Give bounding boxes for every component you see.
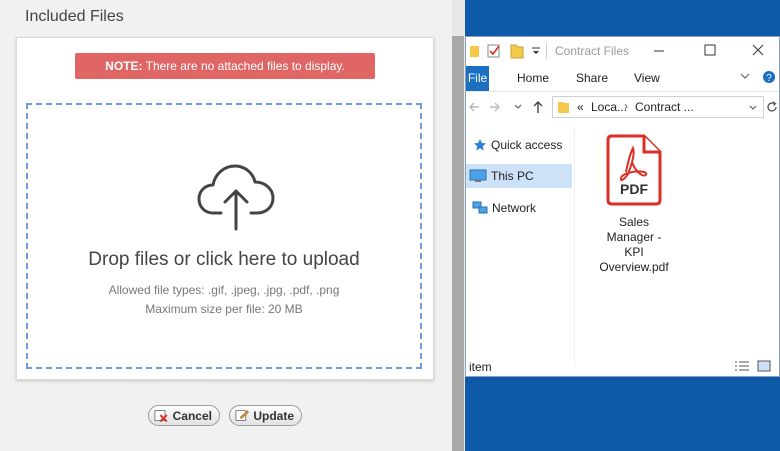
- cloud-upload-icon: [197, 164, 275, 231]
- nav-network-label: Network: [492, 201, 537, 215]
- update-button[interactable]: Update: [229, 405, 302, 426]
- refresh-icon[interactable]: [766, 101, 778, 113]
- nav-quick-access-label: Quick access: [491, 138, 563, 152]
- address-bar-row: « Loca... › Contract ...: [466, 92, 779, 122]
- address-separator-icon: ›: [624, 99, 628, 113]
- pdf-file-icon: PDF: [606, 134, 662, 206]
- allowed-file-types: Allowed file types: .gif, .jpeg, .jpg, .…: [108, 283, 340, 297]
- help-icon[interactable]: ?: [762, 70, 776, 84]
- address-segment-contract[interactable]: Contract ...: [635, 100, 694, 114]
- upload-dropzone[interactable]: Drop files or click here to upload Allow…: [26, 103, 422, 369]
- maximize-icon[interactable]: [704, 44, 716, 56]
- titlebar-divider: [546, 43, 547, 59]
- svg-text:?: ?: [766, 73, 772, 84]
- file-name-line: Manager -: [606, 230, 662, 244]
- file-name-line: Overview.pdf: [599, 260, 669, 274]
- new-folder-icon[interactable]: [510, 43, 524, 59]
- window-title: Contract Files: [555, 44, 630, 58]
- tab-view[interactable]: View: [634, 71, 660, 85]
- cancel-button[interactable]: Cancel: [148, 405, 220, 426]
- tab-file[interactable]: File: [466, 66, 489, 91]
- file-name-line: KPI: [624, 245, 644, 259]
- close-icon[interactable]: [752, 44, 764, 56]
- recent-locations-icon[interactable]: [514, 104, 522, 110]
- dropzone-title: Drop files or click here to upload: [88, 249, 360, 270]
- file-name-line: Sales: [618, 215, 650, 229]
- update-icon: [235, 409, 249, 421]
- large-icons-view-icon[interactable]: [757, 360, 771, 372]
- update-label: Update: [253, 408, 294, 423]
- pdf-icon-label: PDF: [620, 181, 648, 197]
- status-bar: item: [466, 357, 779, 376]
- tab-share[interactable]: Share: [576, 71, 608, 85]
- status-text: item: [469, 360, 492, 374]
- details-view-icon[interactable]: [734, 360, 750, 372]
- properties-icon[interactable]: [487, 44, 501, 58]
- explorer-titlebar: Contract Files: [466, 37, 779, 65]
- nav-this-pc-label: This PC: [491, 169, 534, 183]
- address-dropdown-icon[interactable]: [749, 105, 757, 111]
- forward-arrow-icon[interactable]: [489, 101, 501, 113]
- network-icon: [472, 201, 488, 214]
- note-text: There are no attached files to display.: [142, 59, 345, 73]
- ribbon-tabs: File Home Share View ?: [466, 65, 779, 92]
- nav-quick-access[interactable]: Quick access: [466, 133, 572, 157]
- nav-network[interactable]: Network: [466, 196, 572, 220]
- folder-icon: [558, 102, 569, 113]
- computer-icon: [469, 169, 487, 182]
- panel-title: Included Files: [25, 8, 124, 25]
- up-arrow-icon[interactable]: [532, 100, 544, 114]
- quick-access-toolbar-dropdown-icon[interactable]: [531, 46, 541, 56]
- folder-small-icon: [470, 46, 479, 57]
- no-files-note: NOTE: There are no attached files to dis…: [75, 53, 375, 79]
- cancel-label: Cancel: [172, 408, 212, 423]
- max-file-size: Maximum size per file: 20 MB: [145, 302, 303, 316]
- minimize-icon[interactable]: [653, 45, 665, 57]
- address-overflow[interactable]: «: [577, 100, 584, 114]
- ribbon-expand-icon[interactable]: [740, 73, 750, 81]
- file-item-pdf[interactable]: PDF Sales Manager - KPI Overview.pdf: [594, 134, 674, 275]
- page-scrollbar-thumb[interactable]: [452, 36, 464, 451]
- nav-this-pc[interactable]: This PC: [466, 164, 572, 188]
- note-label: NOTE:: [105, 59, 143, 73]
- navigation-pane: Quick access This PC Network: [466, 127, 575, 367]
- address-segment-local[interactable]: Loca...: [591, 100, 627, 114]
- included-files-panel: Included Files NOTE: There are no attach…: [0, 0, 452, 451]
- cancel-icon: [154, 409, 168, 422]
- address-box[interactable]: « Loca... › Contract ...: [552, 96, 764, 118]
- upload-card: NOTE: There are no attached files to dis…: [16, 37, 434, 380]
- star-icon: [474, 139, 486, 151]
- file-name: Sales Manager - KPI Overview.pdf: [594, 215, 674, 275]
- back-arrow-icon[interactable]: [468, 101, 480, 113]
- file-explorer-window: Contract Files File Home Share View ? « …: [465, 36, 780, 377]
- tab-home[interactable]: Home: [517, 71, 549, 85]
